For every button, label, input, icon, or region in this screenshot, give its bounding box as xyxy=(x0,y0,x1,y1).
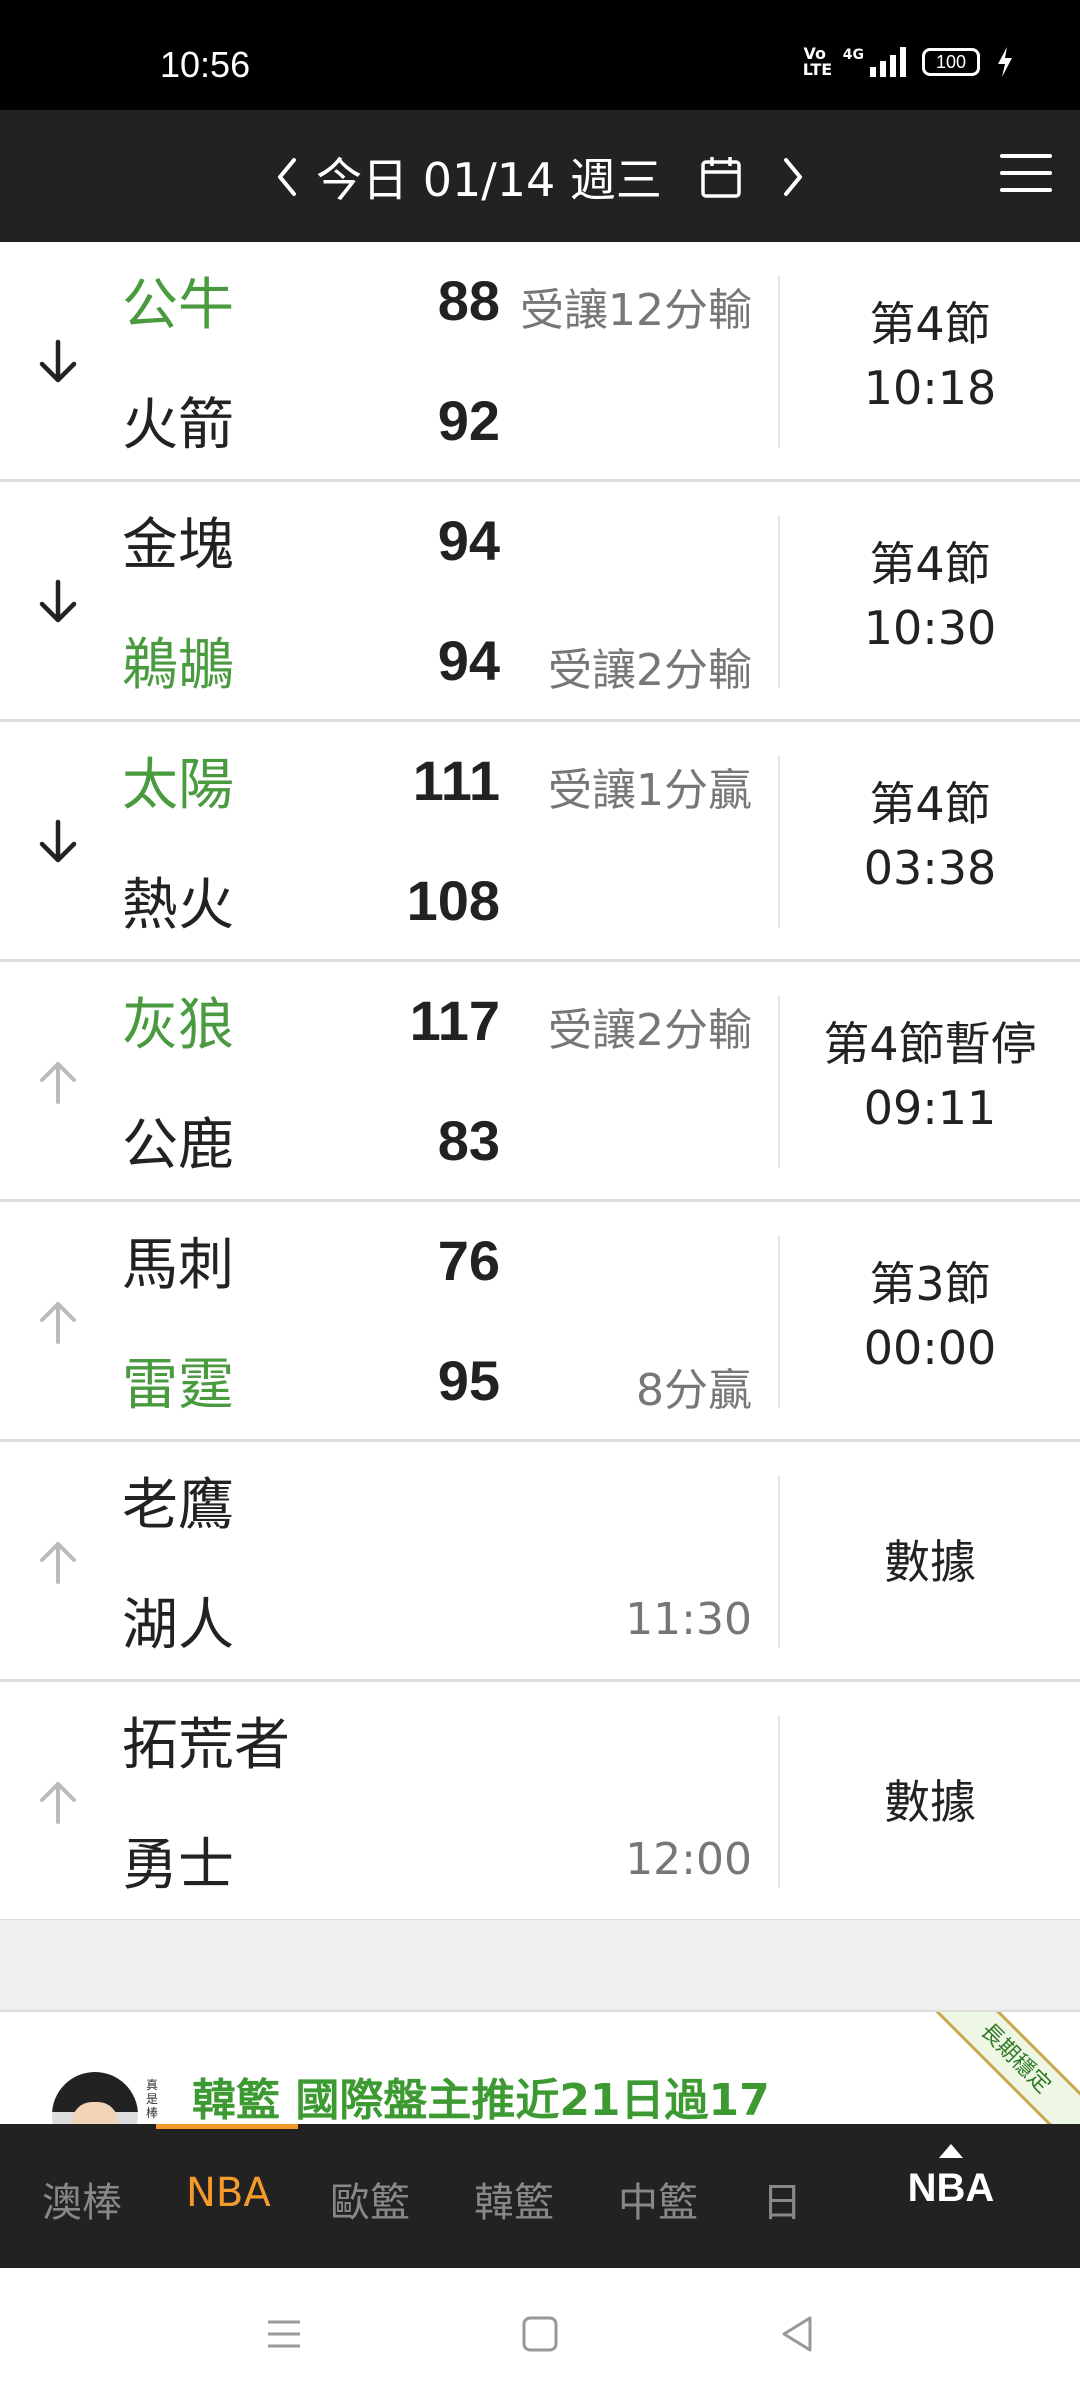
game-row[interactable]: 灰狼 117 受讓2分輸 公鹿 83 第4節暫停 09:11 xyxy=(0,962,1080,1202)
team-home: 拓荒者 xyxy=(122,1713,290,1778)
team-away: 公鹿 xyxy=(122,1113,234,1178)
tab-euro-basketball[interactable]: 歐籃 xyxy=(330,2170,410,2228)
league-selector[interactable]: NBA xyxy=(886,2144,1016,2211)
tab-japan[interactable]: 日 xyxy=(762,2170,802,2228)
recent-apps-icon[interactable] xyxy=(262,2312,306,2356)
score-home: 117 xyxy=(409,989,500,1052)
team-away: 勇士 xyxy=(122,1833,234,1898)
game-period: 第4節 xyxy=(869,297,991,351)
active-tab-indicator xyxy=(156,2124,298,2129)
game-row[interactable]: 公牛 88 受讓12分輸 火箭 92 第4節 10:18 xyxy=(0,242,1080,482)
start-time: 11:30 xyxy=(625,1594,752,1645)
game-clock: 09:11 xyxy=(863,1081,997,1135)
stats-link[interactable]: 數據 xyxy=(780,1770,1080,1834)
system-nav-bar xyxy=(0,2268,1080,2400)
date-label[interactable]: 今日 01/14 週三 xyxy=(316,144,662,210)
score-away: 94 xyxy=(437,629,500,692)
status-bar: 10:56 Vo LTE 4G 100 xyxy=(0,0,1080,110)
app-header: 今日 01/14 週三 xyxy=(0,110,1080,242)
team-away: 熱火 xyxy=(122,873,234,938)
game-status: 第4節 03:38 xyxy=(780,772,1080,900)
handicap-note: 受讓1分贏 xyxy=(548,765,752,816)
chevron-left-icon[interactable] xyxy=(274,156,300,198)
score-home: 94 xyxy=(437,509,500,572)
ad-avatar xyxy=(52,2072,138,2124)
volte-icon: Vo LTE xyxy=(802,44,833,79)
team-away: 火箭 xyxy=(122,393,234,458)
handicap-note: 受讓2分輸 xyxy=(548,645,752,696)
game-row[interactable]: 金塊 94 鵜鶘 94 受讓2分輸 第4節 10:30 xyxy=(0,482,1080,722)
tab-korea-basketball[interactable]: 韓籃 xyxy=(474,2170,554,2228)
game-clock: 10:30 xyxy=(863,601,997,655)
status-time: 10:56 xyxy=(160,44,251,85)
ad-banner[interactable]: 真是棒 韓籃 國際盤主推近21日過17 長期穩定 xyxy=(0,2012,1080,2124)
game-clock: 03:38 xyxy=(863,841,997,895)
tab-china-basketball[interactable]: 中籃 xyxy=(618,2170,698,2228)
league-selector-label: NBA xyxy=(907,2166,995,2210)
game-period: 第4節 xyxy=(869,777,991,831)
network-type: 4G xyxy=(842,47,864,63)
list-footer-spacer xyxy=(0,1920,1080,2012)
arrow-down-icon xyxy=(39,579,77,623)
back-icon[interactable] xyxy=(776,2312,820,2356)
game-clock: 10:18 xyxy=(863,361,997,415)
handicap-note: 受讓12分輸 xyxy=(520,285,752,336)
score-home: 76 xyxy=(437,1229,500,1292)
team-home: 灰狼 xyxy=(122,993,234,1058)
score-away: 83 xyxy=(437,1109,500,1172)
team-home: 老鷹 xyxy=(122,1473,234,1538)
handicap-note: 受讓2分輸 xyxy=(548,1005,752,1056)
caret-up-icon xyxy=(939,2144,963,2158)
team-away: 鵜鶘 xyxy=(122,633,234,698)
arrow-down-icon xyxy=(39,819,77,863)
arrow-up-icon xyxy=(40,1542,76,1584)
arrow-up-icon xyxy=(40,1062,76,1104)
team-home: 太陽 xyxy=(122,753,234,818)
team-home: 金塊 xyxy=(122,513,234,578)
menu-icon[interactable] xyxy=(1000,154,1052,192)
battery-icon: 100 xyxy=(922,48,980,76)
handicap-note: 8分贏 xyxy=(636,1365,752,1416)
team-away: 雷霆 xyxy=(122,1353,234,1418)
ad-ribbon: 長期穩定 xyxy=(917,2012,1080,2124)
game-row[interactable]: 太陽 111 受讓1分贏 熱火 108 第4節 03:38 xyxy=(0,722,1080,962)
signal-icon: 4G xyxy=(843,47,906,77)
score-home: 88 xyxy=(437,269,500,332)
ad-side-text: 真是棒 xyxy=(146,2078,159,2120)
arrow-up-icon xyxy=(40,1302,76,1344)
game-status: 第4節暫停 09:11 xyxy=(780,1012,1080,1140)
team-home: 公牛 xyxy=(122,273,234,338)
game-status: 第4節 10:18 xyxy=(780,292,1080,420)
game-row[interactable]: 老鷹 湖人 11:30 數據 xyxy=(0,1442,1080,1682)
game-status: 第3節 00:00 xyxy=(780,1252,1080,1380)
arrow-up-icon xyxy=(40,1782,76,1824)
game-period: 第3節 xyxy=(869,1257,991,1311)
date-navigator: 今日 01/14 週三 xyxy=(0,144,1080,210)
charging-icon xyxy=(998,47,1012,77)
score-away: 95 xyxy=(437,1349,500,1412)
calendar-icon[interactable] xyxy=(700,154,742,200)
stats-link[interactable]: 數據 xyxy=(780,1530,1080,1594)
ad-text[interactable]: 韓籃 國際盤主推近21日過17 xyxy=(192,2064,770,2124)
home-icon[interactable] xyxy=(518,2312,562,2356)
tab-aus-baseball[interactable]: 澳棒 xyxy=(42,2170,122,2228)
game-row[interactable]: 拓荒者 勇士 12:00 數據 xyxy=(0,1682,1080,1922)
chevron-right-icon[interactable] xyxy=(780,156,806,198)
game-clock: 00:00 xyxy=(863,1321,997,1375)
team-away: 湖人 xyxy=(122,1593,234,1658)
score-home: 111 xyxy=(412,749,500,812)
game-period: 第4節 xyxy=(869,537,991,591)
arrow-down-icon xyxy=(39,339,77,383)
game-row[interactable]: 馬刺 76 雷霆 95 8分贏 第3節 00:00 xyxy=(0,1202,1080,1442)
game-list: 公牛 88 受讓12分輸 火箭 92 第4節 10:18 金塊 94 鵜鶘 94… xyxy=(0,242,1080,1922)
game-period: 第4節暫停 xyxy=(823,1017,1037,1071)
score-away: 92 xyxy=(437,389,500,452)
team-home: 馬刺 xyxy=(122,1233,234,1298)
status-icons: Vo LTE 4G 100 xyxy=(803,46,1014,78)
league-tab-bar: 澳棒 NBA 歐籃 韓籃 中籃 日 NBA xyxy=(0,2124,1080,2268)
tab-nba[interactable]: NBA xyxy=(186,2170,271,2216)
game-status: 第4節 10:30 xyxy=(780,532,1080,660)
score-away: 108 xyxy=(406,869,500,932)
start-time: 12:00 xyxy=(625,1834,752,1885)
